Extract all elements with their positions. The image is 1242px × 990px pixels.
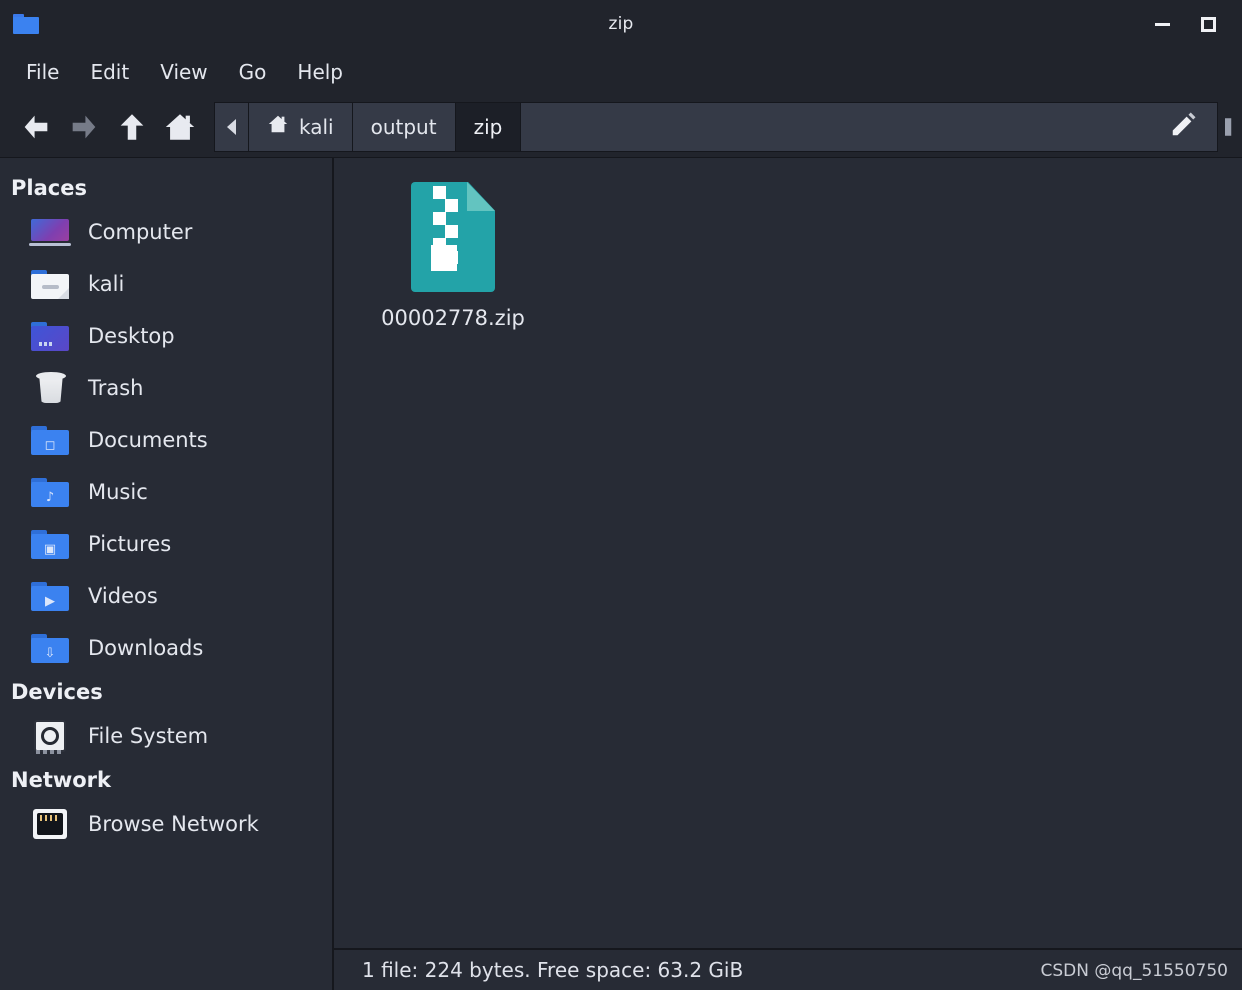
home-button[interactable] (156, 103, 204, 151)
sidebar-item-pictures[interactable]: ▣ Pictures (0, 518, 332, 570)
documents-folder-icon: ◻ (28, 423, 72, 457)
sidebar-item-desktop[interactable]: Desktop (0, 310, 332, 362)
chevron-left-icon (227, 118, 236, 135)
file-item[interactable]: 00002778.zip (358, 182, 548, 330)
menu-bar: File Edit View Go Help (0, 48, 1242, 96)
file-manager-window: zip File Edit View Go Help kali output z… (0, 0, 1242, 990)
menu-view[interactable]: View (148, 56, 219, 88)
sidebar-item-label: Trash (88, 376, 144, 400)
sidebar-group-places: Places (11, 176, 87, 200)
breadcrumb-label: kali (299, 114, 334, 139)
breadcrumb-label: zip (473, 114, 503, 139)
sidebar-item-label: Pictures (88, 532, 172, 556)
sidebar-item-documents[interactable]: ◻ Documents (0, 414, 332, 466)
arrow-right-icon (67, 110, 101, 144)
sidebar-item-label: Desktop (88, 324, 175, 348)
places-sidebar: Places Computer kali Desktop Trash ◻ Doc… (0, 158, 334, 990)
trash-icon (28, 371, 72, 405)
computer-icon (28, 215, 72, 249)
arrow-up-icon (115, 110, 149, 144)
sidebar-item-downloads[interactable]: ⇩ Downloads (0, 622, 332, 674)
up-button[interactable] (108, 103, 156, 151)
sidebar-item-file-system[interactable]: File System (0, 710, 332, 762)
sidebar-item-label: Music (88, 480, 148, 504)
main-body: Places Computer kali Desktop Trash ◻ Doc… (0, 158, 1242, 990)
sidebar-item-label: Documents (88, 428, 208, 452)
window-title: zip (608, 14, 634, 34)
sidebar-item-browse-network[interactable]: Browse Network (0, 798, 332, 850)
sidebar-item-videos[interactable]: ▶ Videos (0, 570, 332, 622)
sidebar-item-label: kali (88, 272, 125, 296)
back-button[interactable] (12, 103, 60, 151)
file-pane: 00002778.zip 1 file: 224 bytes. Free spa… (334, 158, 1242, 990)
network-icon (28, 807, 72, 841)
desktop-folder-icon (28, 319, 72, 353)
sidebar-item-label: Computer (88, 220, 193, 244)
sidebar-item-label: Browse Network (88, 812, 259, 836)
menu-edit[interactable]: Edit (78, 56, 141, 88)
toolbar-overflow-button[interactable] (1218, 102, 1242, 152)
watermark: CSDN @qq_51550750 (1040, 961, 1228, 981)
sidebar-item-label: File System (88, 724, 209, 748)
sidebar-item-music[interactable]: ♪ Music (0, 466, 332, 518)
home-folder-icon (28, 267, 72, 301)
menu-help[interactable]: Help (285, 56, 355, 88)
home-icon (267, 113, 289, 140)
path-entry-area[interactable] (520, 101, 1218, 152)
pencil-icon[interactable] (1169, 109, 1199, 144)
sidebar-item-computer[interactable]: Computer (0, 206, 332, 258)
title-bar: zip (0, 0, 1242, 48)
downloads-folder-icon: ⇩ (28, 631, 72, 665)
status-text: 1 file: 224 bytes. Free space: 63.2 GiB (362, 958, 744, 982)
sidebar-item-label: Videos (88, 584, 158, 608)
harddisk-icon (28, 719, 72, 754)
sidebar-group-network: Network (11, 768, 112, 792)
breadcrumb-scroll-left[interactable] (214, 101, 248, 152)
file-name-label: 00002778.zip (381, 306, 525, 330)
home-icon (163, 110, 197, 144)
sidebar-item-kali[interactable]: kali (0, 258, 332, 310)
sidebar-item-trash[interactable]: Trash (0, 362, 332, 414)
navigation-toolbar: kali output zip (0, 96, 1242, 158)
breadcrumb: kali output zip (214, 101, 1218, 152)
forward-button[interactable] (60, 103, 108, 151)
sidebar-item-label: Downloads (88, 636, 204, 660)
menu-go[interactable]: Go (227, 56, 279, 88)
menu-file[interactable]: File (14, 56, 71, 88)
file-list[interactable]: 00002778.zip (334, 158, 1242, 948)
breadcrumb-item-output[interactable]: output (351, 101, 455, 152)
pictures-folder-icon: ▣ (28, 527, 72, 561)
breadcrumb-item-zip[interactable]: zip (454, 101, 521, 152)
breadcrumb-item-kali[interactable]: kali (248, 101, 352, 152)
videos-folder-icon: ▶ (28, 579, 72, 613)
music-folder-icon: ♪ (28, 475, 72, 509)
sidebar-group-devices: Devices (11, 680, 103, 704)
zip-archive-icon (411, 182, 495, 292)
breadcrumb-label: output (370, 114, 437, 139)
arrow-left-icon (19, 110, 53, 144)
